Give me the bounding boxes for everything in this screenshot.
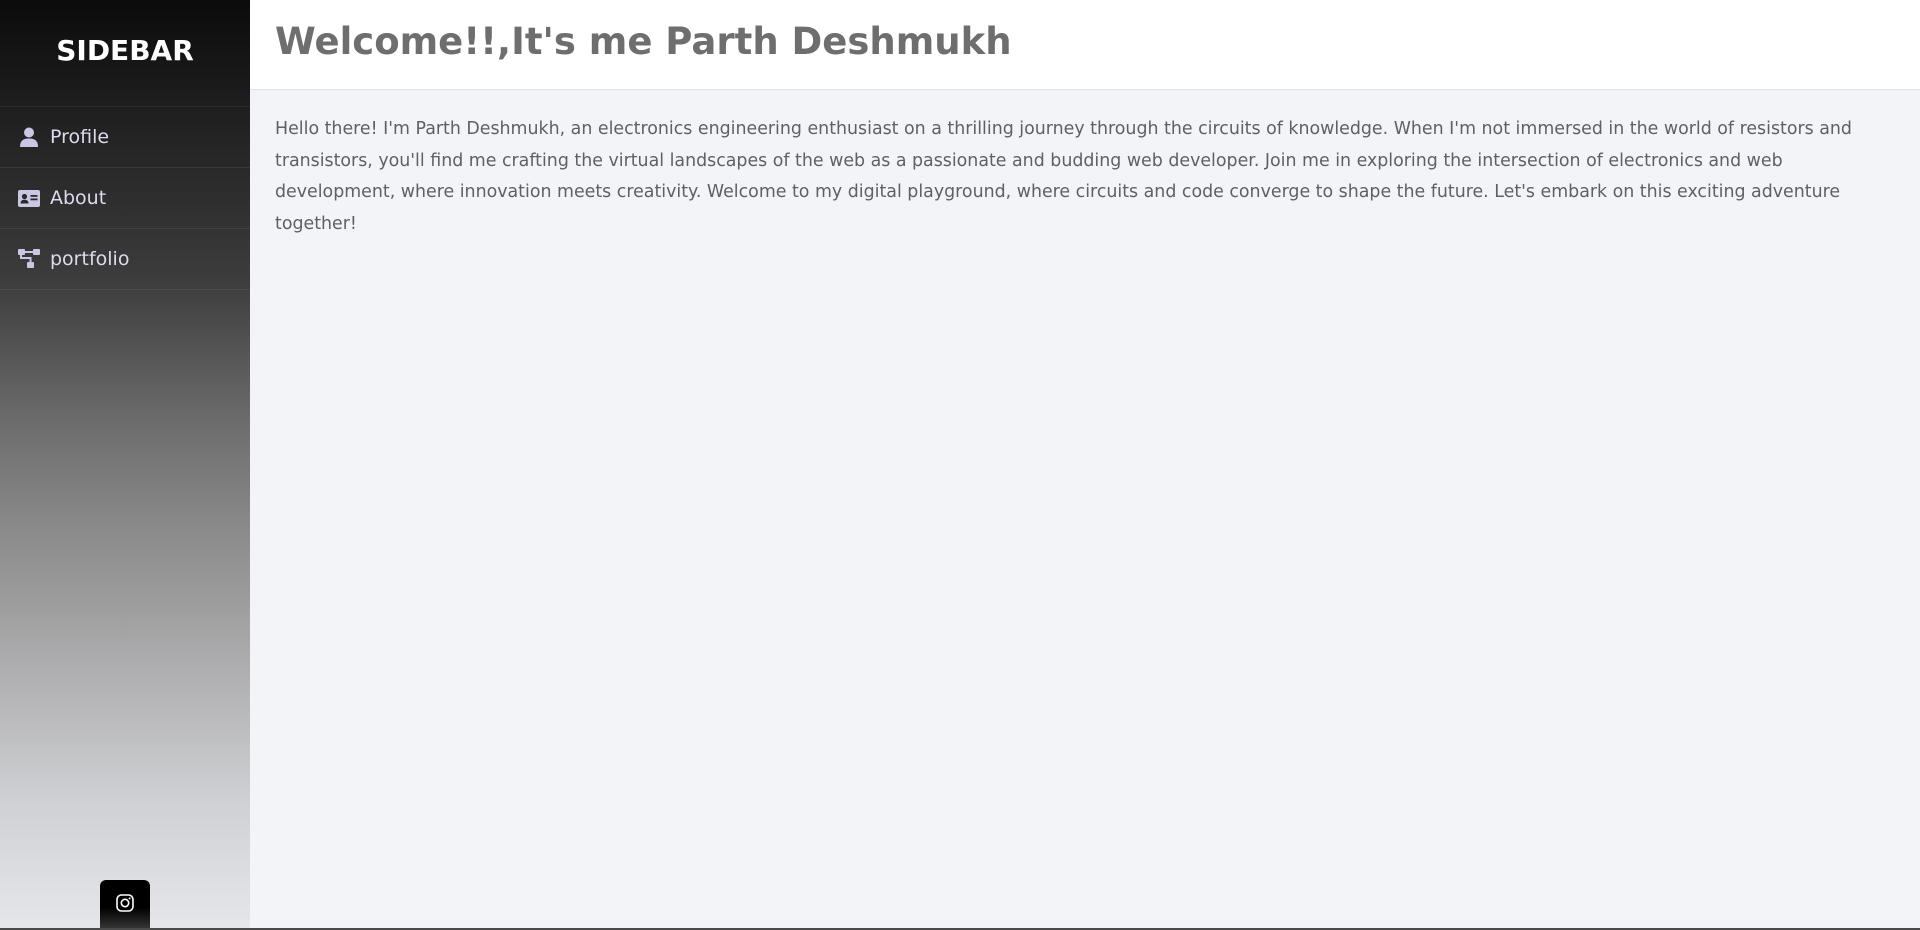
- sitemap-icon: [18, 248, 40, 270]
- sidebar-item-profile[interactable]: Profile: [0, 107, 250, 168]
- header-bar: Welcome!!,It's me Parth Deshmukh: [250, 0, 1920, 90]
- sidebar-title: SIDEBAR: [0, 0, 250, 107]
- user-icon: [18, 126, 40, 148]
- id-card-icon: [18, 187, 40, 209]
- instagram-button[interactable]: [100, 880, 150, 930]
- sidebar-item-about[interactable]: About: [0, 168, 250, 229]
- instagram-icon: [116, 894, 134, 916]
- sidebar-item-label: Profile: [50, 126, 110, 148]
- page-title: Welcome!!,It's me Parth Deshmukh: [275, 20, 1012, 63]
- sidebar-item-label: About: [50, 187, 107, 209]
- sidebar-item-label: portfolio: [50, 248, 130, 270]
- sidebar-item-portfolio[interactable]: portfolio: [0, 229, 250, 290]
- main-content: Hello there! I'm Parth Deshmukh, an elec…: [275, 114, 1897, 240]
- intro-paragraph: Hello there! I'm Parth Deshmukh, an elec…: [275, 119, 1852, 234]
- sidebar: SIDEBAR Profile About portfolio: [0, 0, 250, 930]
